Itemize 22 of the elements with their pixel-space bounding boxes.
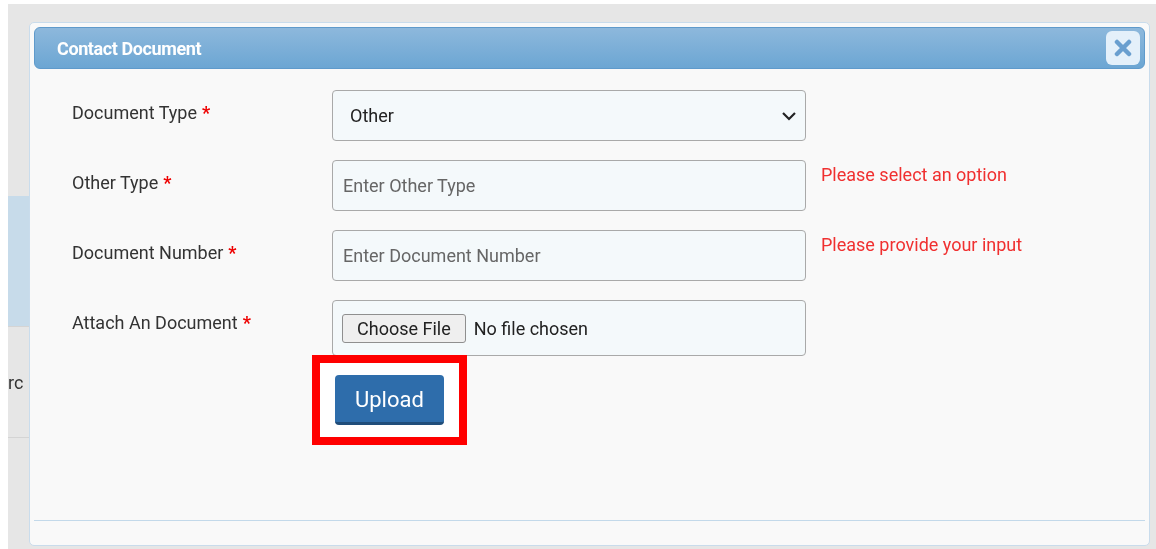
file-field[interactable]: Choose File No file chosen [332,300,806,356]
close-button[interactable] [1106,31,1140,65]
background-text: rc [8,371,24,393]
field-label: Document Number [72,242,224,263]
file-status: No file chosen [473,317,589,339]
choose-file-button[interactable]: Choose File [342,313,466,343]
chevron-down-icon [781,110,797,121]
error-message: Please provide your input [821,233,1023,255]
field-label: Document Type [72,102,197,123]
required-mark: * [242,312,251,333]
required-mark: * [228,242,237,263]
input-field[interactable]: Enter Document Number [332,230,806,281]
upload-button[interactable]: Upload [335,375,444,425]
field-label: Other Type [72,172,159,193]
required-mark: * [163,172,172,193]
dropdown[interactable]: Other [332,90,806,141]
input-field[interactable]: Enter Other Type [332,160,806,211]
dialog-title: Contact Document [57,37,202,59]
close-icon [1114,39,1132,57]
required-mark: * [202,102,211,123]
field-label: Attach An Document [72,312,238,333]
error-message: Please select an option [821,163,1007,185]
